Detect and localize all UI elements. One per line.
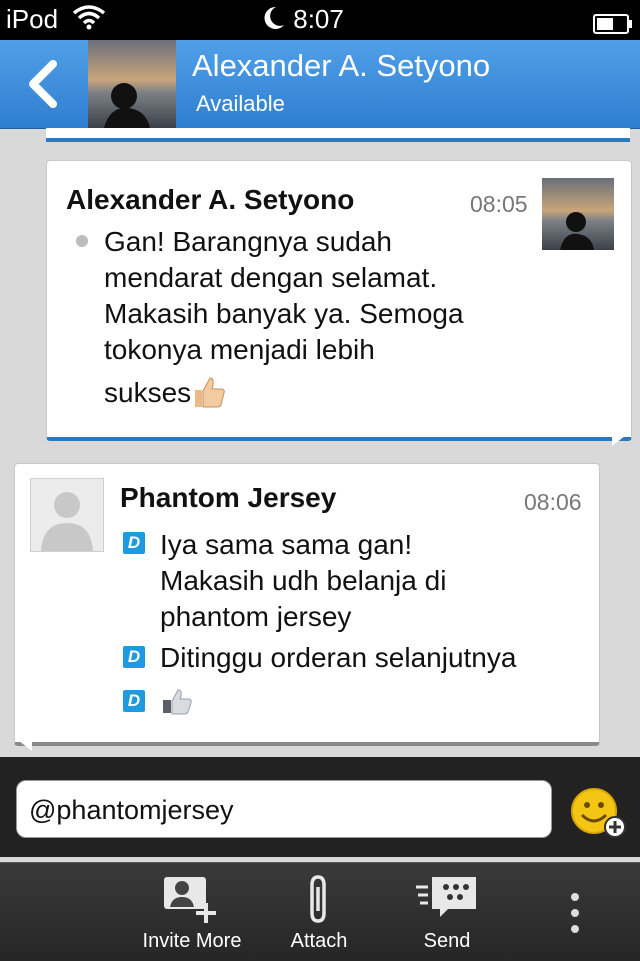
invite-more-button[interactable]: Invite More — [136, 863, 248, 961]
wifi-icon — [72, 4, 106, 37]
read-status-dot — [76, 235, 88, 247]
time-label: 8:07 — [293, 4, 344, 34]
outgoing-bubble-tail — [14, 737, 32, 751]
message-line: mendarat dengan selamat. — [104, 262, 438, 293]
message-line: Makasih banyak ya. Semoga — [104, 298, 464, 329]
attach-label: Attach — [290, 930, 348, 952]
own-avatar-placeholder — [30, 478, 104, 552]
delivered-badge: D — [123, 532, 145, 554]
delivered-badge: D — [123, 690, 145, 712]
more-dot-icon — [571, 925, 579, 933]
sender-avatar — [542, 178, 614, 250]
clock: 8:07 — [262, 4, 344, 35]
compose-area: @phantomjersey — [0, 757, 640, 857]
previous-message-bubble — [46, 128, 630, 142]
send-button[interactable]: Send — [410, 863, 484, 961]
incoming-bubble-tail — [612, 432, 630, 446]
emoji-button[interactable] — [568, 785, 628, 845]
send-label: Send — [423, 930, 471, 952]
more-dot-icon — [571, 909, 579, 917]
message-time: 08:06 — [524, 489, 582, 515]
message-text: Ditinggu orderan selanjutnya — [160, 640, 516, 676]
smiley-add-icon — [571, 788, 626, 838]
moon-icon — [264, 6, 284, 29]
chevron-left-icon — [29, 60, 57, 108]
message-line: tokonya menjadi lebih — [104, 334, 375, 365]
carrier-label: iPod — [6, 4, 59, 34]
invite-more-label: Invite More — [142, 930, 242, 952]
message-sender: Phantom Jersey — [120, 482, 337, 513]
message-line-last: sukses — [104, 374, 464, 411]
contact-status: Available — [196, 91, 285, 116]
invite-contact-icon — [164, 877, 216, 923]
message-line: Makasih udh belanja di — [160, 565, 447, 596]
contact-avatar[interactable] — [88, 40, 176, 128]
message-sender: Alexander A. Setyono — [66, 184, 355, 215]
more-menu-button[interactable] — [560, 863, 600, 961]
message-time: 08:05 — [470, 191, 528, 217]
message-line: phantom jersey — [160, 601, 352, 632]
back-button[interactable] — [0, 40, 86, 128]
thumbs-up-icon — [163, 689, 192, 715]
more-dot-icon — [571, 893, 579, 901]
message-line: Iya sama sama gan! — [160, 529, 413, 560]
message-line: Ditinggu orderan selanjutnya — [160, 642, 517, 673]
message-text: Gan! Barangnya sudah mendarat dengan sel… — [104, 224, 464, 411]
send-bbm-icon — [416, 877, 476, 917]
thumbs-up-icon — [195, 377, 225, 408]
attach-button[interactable]: Attach — [280, 863, 358, 961]
message-line: sukses — [104, 377, 192, 408]
contact-name: Alexander A. Setyono — [192, 48, 491, 83]
chat-header: Alexander A. Setyono Available — [0, 40, 640, 129]
paperclip-icon — [310, 875, 326, 923]
message-text: Iya sama sama gan! Makasih udh belanja d… — [160, 527, 446, 635]
message-line: Gan! Barangnya sudah — [104, 226, 392, 257]
battery-icon — [593, 10, 633, 41]
status-bar: iPod 8:07 — [0, 0, 640, 40]
bottom-toolbar: Invite More Attach Send — [0, 862, 640, 961]
message-input[interactable]: @phantomjersey — [16, 780, 552, 838]
delivered-badge: D — [123, 646, 145, 668]
